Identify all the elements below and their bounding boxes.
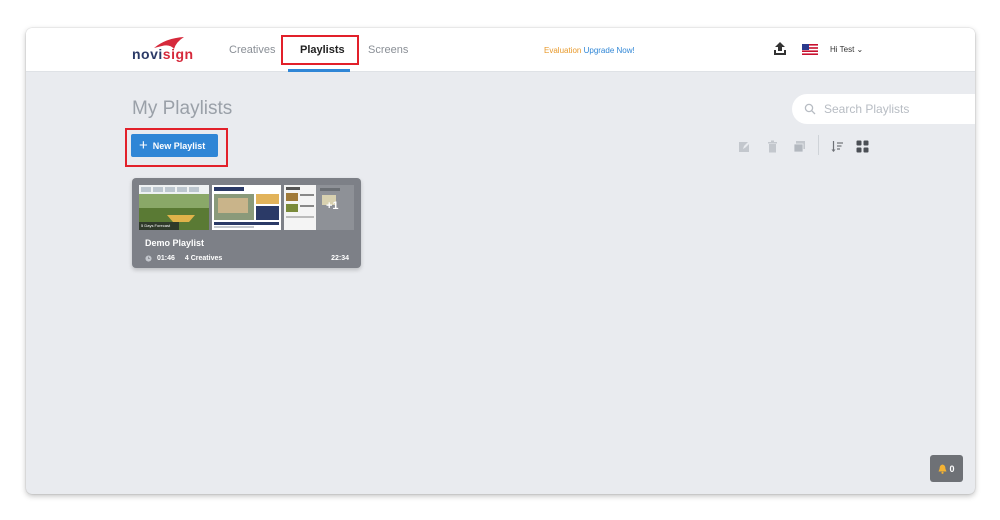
edit-icon[interactable]: [738, 140, 751, 153]
user-greeting: Hi Test: [830, 45, 855, 54]
playlist-thumbnails: 5 Days Forecast +1: [139, 185, 354, 230]
thumbnail-menu: +1: [284, 185, 354, 230]
playlist-duration: 01:46: [157, 255, 175, 262]
duplicate-icon[interactable]: [793, 140, 806, 153]
chevron-down-icon: ⌄: [856, 45, 864, 54]
more-creatives-badge: +1: [326, 200, 339, 212]
playlists-tab-highlight: [281, 35, 359, 65]
page-title: My Playlists: [132, 98, 233, 119]
playlist-card[interactable]: 5 Days Forecast +1 Demo Playlist 01:46 4…: [132, 178, 361, 268]
user-menu[interactable]: Hi Test ⌄: [830, 45, 863, 54]
sort-icon[interactable]: [831, 140, 844, 153]
app-window: novisign Creatives Playlists Screens Eva…: [26, 28, 975, 494]
playlist-creatives-count: 4 Creatives: [184, 255, 223, 262]
us-flag-icon[interactable]: [802, 44, 818, 55]
thumbnail-hotel: [212, 185, 281, 230]
playlist-name: Demo Playlist: [145, 238, 205, 248]
evaluation-label: Evaluation: [544, 46, 582, 55]
clock-icon: [145, 255, 152, 262]
upgrade-now-link[interactable]: Upgrade Now!: [584, 46, 635, 55]
active-tab-indicator: [288, 69, 350, 72]
top-navigation-bar: novisign Creatives Playlists Screens Eva…: [26, 28, 975, 72]
search-input[interactable]: [824, 101, 975, 117]
grid-view-icon[interactable]: [856, 140, 869, 153]
notifications-button[interactable]: 0: [930, 455, 963, 482]
notification-count: 0: [949, 463, 955, 474]
playlist-meta: 01:46 4 Creatives: [145, 255, 222, 262]
upload-icon[interactable]: [772, 41, 788, 57]
novisign-logo[interactable]: novisign: [132, 37, 193, 62]
toolbar-divider: [818, 135, 819, 155]
evaluation-notice: Evaluation Upgrade Now!: [544, 46, 635, 55]
trash-icon[interactable]: [766, 140, 779, 153]
search-icon: [804, 103, 816, 115]
logo-swoosh-icon: [154, 37, 184, 49]
tab-screens[interactable]: Screens: [368, 44, 408, 56]
tab-creatives[interactable]: Creatives: [229, 44, 275, 56]
playlist-time: 22:34: [331, 255, 349, 262]
bell-icon: [938, 464, 947, 474]
new-playlist-highlight: [125, 128, 228, 167]
thumbnail-weather: 5 Days Forecast: [139, 185, 209, 230]
search-box[interactable]: [792, 94, 975, 124]
weather-thumb-caption: 5 Days Forecast: [141, 223, 171, 228]
